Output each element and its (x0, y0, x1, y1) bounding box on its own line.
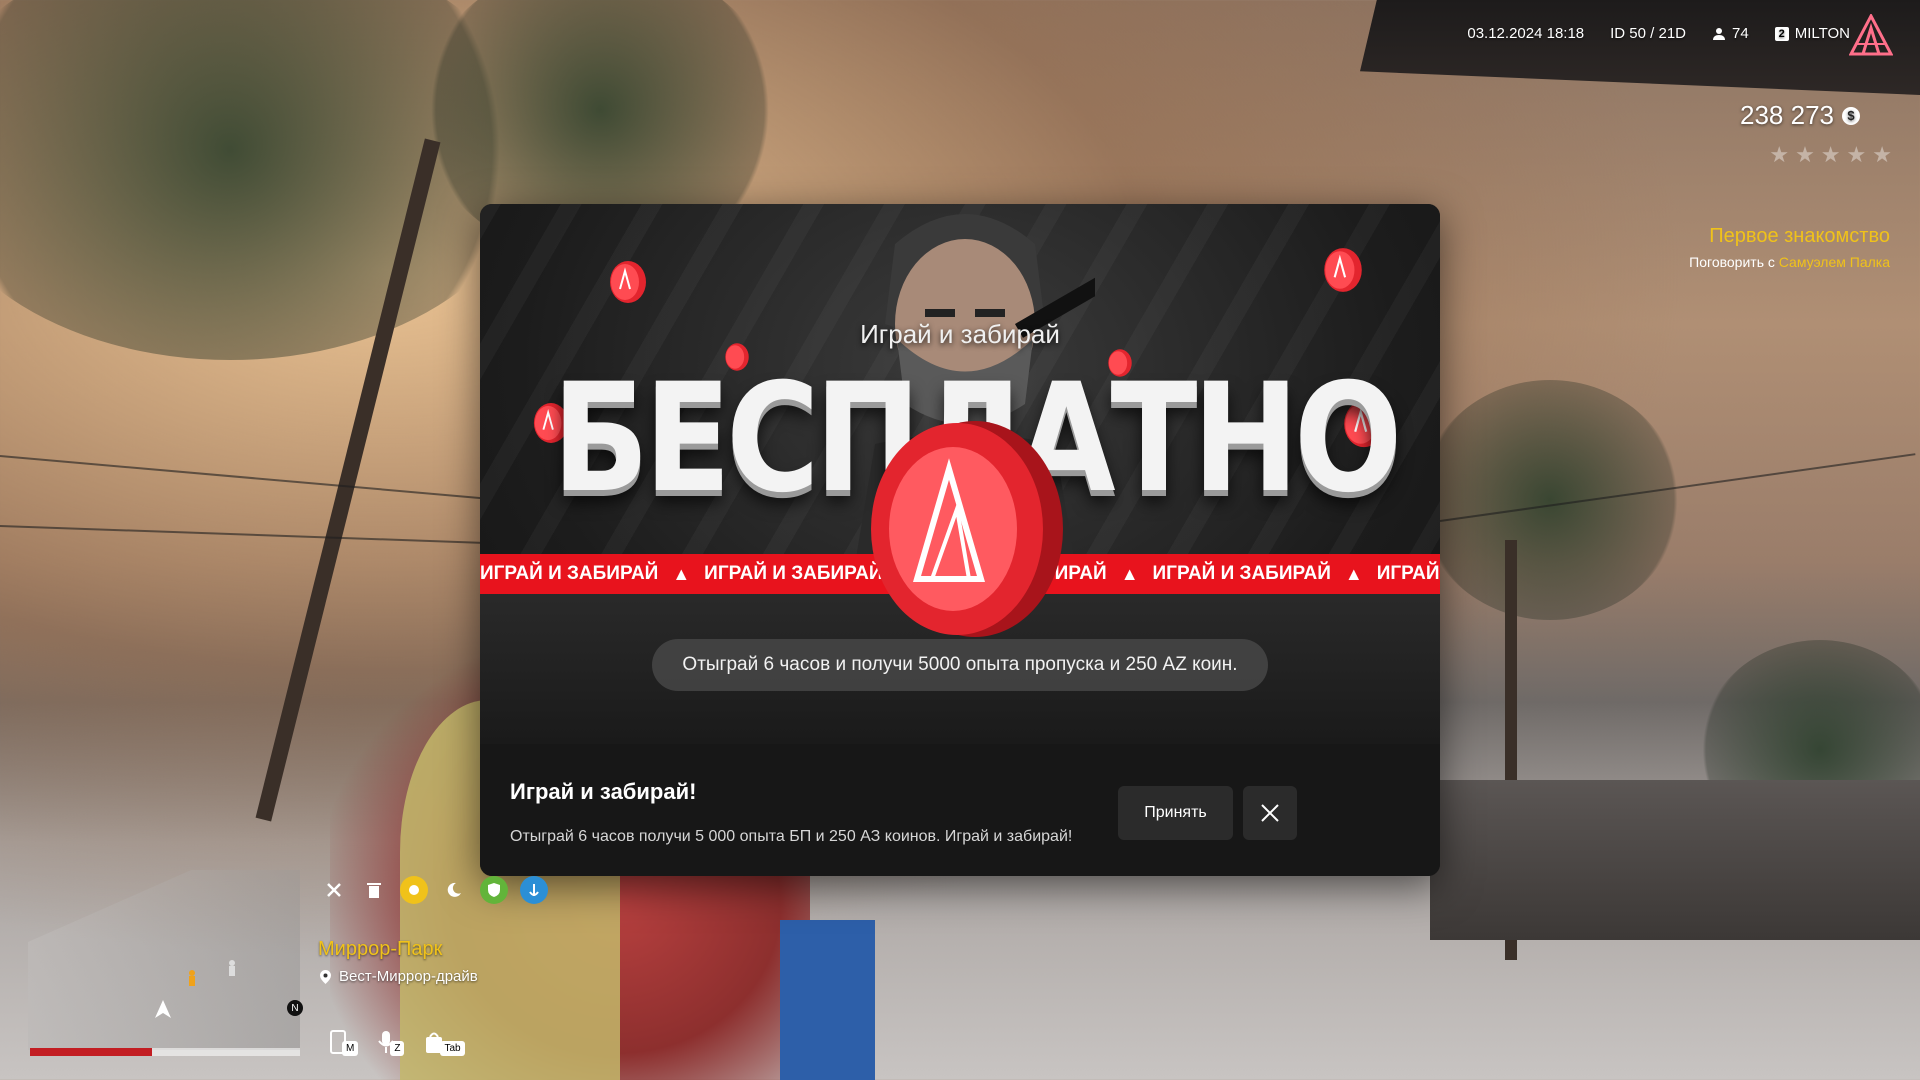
quest-npc: Самуэлем Палка (1778, 254, 1890, 270)
inventory-keycap: Tab (440, 1041, 465, 1056)
big-coin-icon (871, 421, 1063, 637)
street-name: Вест-Миррор-драйв (339, 968, 478, 985)
roof-overhang (1360, 0, 1920, 95)
close-status-icon (320, 876, 348, 904)
online-count: 74 (1732, 25, 1749, 42)
keybind-hints: M Z Tab (330, 1030, 465, 1056)
ribbon-text: ИГРАЙ И ЗАБИРАЙ (480, 563, 659, 584)
arizona-logo-icon (1849, 14, 1893, 56)
dollar-icon: $ (1842, 106, 1860, 125)
coin-icon (608, 259, 648, 310)
triangle-logo-icon: ▲ (672, 563, 691, 584)
modal-description: Отыграй 6 часов получи 5 000 опыта БП и … (510, 828, 1073, 845)
pedestrian-marker-icon (229, 960, 235, 976)
minimap[interactable] (28, 870, 300, 1050)
server-label: 2 MILTON (1774, 25, 1850, 42)
money-amount: 238 273 (1740, 100, 1834, 130)
location-pin-icon (320, 969, 331, 984)
star-icon: ★ (1769, 142, 1790, 167)
triangle-logo-icon: ▲ (1344, 563, 1363, 584)
money-balance: 238 273 $ (1740, 100, 1860, 131)
modal-title: Играй и забирай! (510, 779, 697, 804)
wanted-stars: ★ ★ ★ ★ ★ (1769, 142, 1892, 168)
banner-subtitle: Играй и забирай (860, 319, 1060, 349)
location-street: Вест-Миррор-драйв (320, 968, 478, 985)
status-icons (320, 876, 548, 904)
voice-keycap: Z (390, 1041, 405, 1056)
server-number: 2 (1774, 26, 1789, 41)
health-fill (30, 1048, 152, 1056)
triangle-logo-icon: ▲ (1120, 563, 1139, 584)
shield-icon (480, 876, 508, 904)
compass-north: N (287, 1000, 303, 1016)
health-bar (30, 1048, 300, 1056)
quest-tracker: Первое знакомство Поговорить с Самуэлем … (1689, 225, 1890, 270)
online-counter: 74 (1712, 25, 1749, 42)
server-name: MILTON (1794, 25, 1850, 42)
promo-modal: Играй и забирай БЕСПЛАТНО ИГРАЙ И ЗАБИРА… (480, 204, 1440, 876)
moon-icon (440, 876, 468, 904)
food-icon (400, 876, 428, 904)
star-icon: ★ (1820, 142, 1841, 167)
star-icon: ★ (1795, 142, 1815, 167)
player-id: ID 50 / 21D (1610, 25, 1687, 42)
power-line (0, 525, 500, 545)
ribbon-text: ИГРАЙ И ЗАБИРАЙ (1376, 563, 1440, 584)
star-icon: ★ (1872, 142, 1892, 167)
quest-prefix: Поговорить с (1689, 254, 1775, 270)
modal-footer: Играй и забирай! Отыграй 6 часов получи … (480, 744, 1440, 876)
star-icon: ★ (1846, 142, 1867, 167)
palm-foliage (1420, 380, 1680, 620)
phone-key-hint[interactable]: M (330, 1030, 359, 1056)
npc-marker-icon (189, 970, 195, 986)
datetime: 03.12.2024 18:18 (1467, 25, 1585, 42)
inventory-key-hint[interactable]: Tab (424, 1030, 465, 1056)
voice-key-hint[interactable]: Z (378, 1030, 405, 1056)
player-jeans (780, 920, 875, 1080)
coin-icon (1322, 246, 1364, 299)
anchor-icon (520, 876, 548, 904)
power-line (0, 455, 499, 501)
trash-icon (360, 876, 388, 904)
ribbon-text: ИГРАЙ И ЗАБИРАЙ (704, 563, 883, 584)
banner-caption: Отыграй 6 часов и получи 5000 опыта проп… (652, 639, 1268, 691)
player-arrow-icon (155, 1000, 171, 1018)
quest-description: Поговорить с Самуэлем Палка (1689, 254, 1890, 270)
house (1430, 780, 1920, 940)
location-area: Миррор-Парк (318, 938, 443, 960)
close-button[interactable] (1243, 786, 1297, 840)
top-hud: 03.12.2024 18:18 ID 50 / 21D 74 2 MILTON (1467, 25, 1850, 42)
promo-banner: Играй и забирай БЕСПЛАТНО ИГРАЙ И ЗАБИРА… (480, 204, 1440, 744)
ribbon-text: ИГРАЙ И ЗАБИРАЙ (1152, 563, 1331, 584)
accept-button[interactable]: Принять (1118, 786, 1233, 840)
phone-keycap: M (342, 1041, 359, 1056)
user-icon (1713, 27, 1726, 40)
quest-title: Первое знакомство (1709, 225, 1890, 247)
close-icon (1261, 804, 1279, 822)
